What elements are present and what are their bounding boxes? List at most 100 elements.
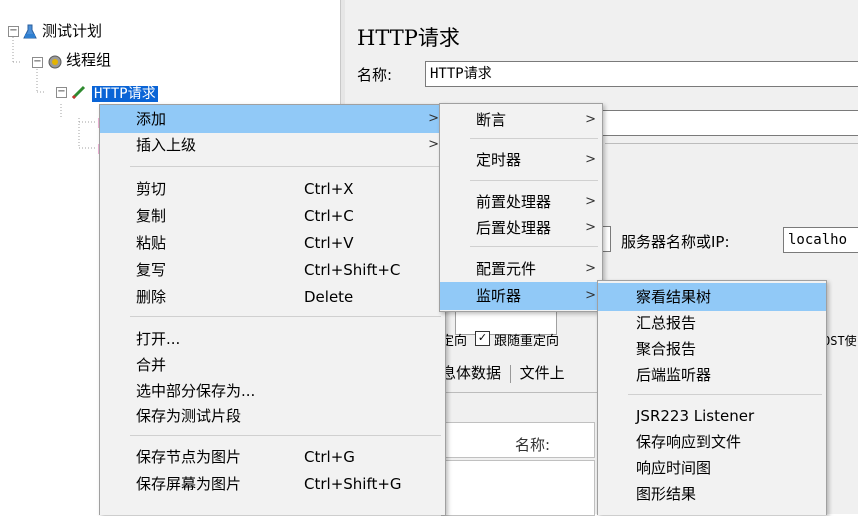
submenu-arrow-icon: > [585,112,596,127]
server-input[interactable]: localho [783,227,858,253]
panel-title: HTTP请求 [357,26,460,50]
collapse-thread-group-toggle[interactable]: − [32,57,43,68]
menu-item-duplicate-shortcut: Ctrl+Shift+C [304,261,401,279]
menu-item-save-screen-as-image[interactable]: 保存屏幕为图片 Ctrl+Shift+G [100,470,445,498]
menu-item-open-label: 打开... [136,330,181,348]
tab-files-upload[interactable]: 文件上 [520,364,565,382]
menu-item-duplicate[interactable]: 复写 Ctrl+Shift+C [100,256,445,284]
menu-item-backend-listener[interactable]: 后端监听器 [598,361,826,389]
menu-item-pre-processors-label: 前置处理器 [476,193,552,211]
menu-item-jsr223-listener-label: JSR223 Listener [636,407,755,425]
menu-item-insert-parent[interactable]: 插入上级 > [100,131,445,159]
menu-item-assertions-label: 断言 [476,111,507,129]
menu-item-cut[interactable]: 剪切 Ctrl+X [100,175,445,203]
menu-item-timers-label: 定时器 [476,151,522,169]
menu-item-post-processors[interactable]: 后置处理器 > [440,214,602,242]
menu-item-save-screen-as-image-label: 保存屏幕为图片 [136,475,242,493]
menu-item-response-time-graph[interactable]: 响应时间图 [598,454,826,482]
name-label: 名称: [357,66,393,84]
menu-item-paste-label: 粘贴 [136,234,167,252]
collapse-test-plan-toggle[interactable]: − [8,26,19,37]
menu-item-merge-label: 合并 [136,356,167,374]
menu-separator [130,316,441,317]
menu-item-insert-parent-label: 插入上级 [136,136,197,154]
menu-item-summary-report-label: 汇总报告 [636,314,697,332]
submenu-arrow-icon: > [585,220,596,235]
follow-redirect-checkbox[interactable]: ✓ [475,331,490,346]
menu-item-paste-shortcut: Ctrl+V [304,234,354,252]
menu-separator [470,246,598,247]
menu-item-aggregate-report[interactable]: 聚合报告 [598,335,826,363]
menu-item-save-as-test-fragment-label: 保存为测试片段 [136,407,242,425]
menu-item-view-results-tree-label: 察看结果树 [636,288,712,306]
submenu-arrow-icon: > [428,111,439,126]
follow-redirect-label: 跟随重定向 [494,334,560,349]
menu-item-post-processors-label: 后置处理器 [476,219,552,237]
menu-item-open[interactable]: 打开... [100,325,445,353]
menu-item-copy-shortcut: Ctrl+C [304,207,354,225]
menu-item-config-elements[interactable]: 配置元件 > [440,255,602,283]
add-submenu: 断言 > 定时器 > 前置处理器 > 后置处理器 > 配置元件 > 监听器 > [439,103,603,312]
tree-item-thread-group-label: 线程组 [66,51,112,69]
tab-separator [509,364,511,383]
params-table-header-name: 名称: [515,436,551,454]
menu-item-save-node-as-image[interactable]: 保存节点为图片 Ctrl+G [100,443,445,471]
menu-item-save-selection-as[interactable]: 选中部分保存为... [100,377,445,405]
tree-item-http-request[interactable]: HTTP请求 [92,82,158,104]
menu-item-save-responses-to-file[interactable]: 保存响应到文件 [598,428,826,456]
submenu-arrow-icon: > [585,152,596,167]
menu-item-save-selection-as-label: 选中部分保存为... [136,382,256,400]
submenu-arrow-icon: > [428,137,439,152]
test-plan-flask-icon [23,24,37,39]
menu-item-cut-shortcut: Ctrl+X [304,180,354,198]
menu-item-view-results-tree[interactable]: 察看结果树 [598,283,826,311]
menu-item-add[interactable]: 添加 > [100,105,445,133]
menu-item-summary-report[interactable]: 汇总报告 [598,309,826,337]
menu-item-assertions[interactable]: 断言 > [440,106,602,134]
menu-item-cut-label: 剪切 [136,180,167,198]
submenu-arrow-icon: > [585,194,596,209]
menu-item-paste[interactable]: 粘贴 Ctrl+V [100,229,445,257]
menu-item-save-as-test-fragment[interactable]: 保存为测试片段 [100,402,445,430]
menu-item-add-label: 添加 [136,110,167,128]
tree-item-test-plan-label: 测试计划 [42,22,103,40]
menu-item-copy-label: 复制 [136,207,167,225]
menu-item-merge[interactable]: 合并 [100,351,445,379]
menu-item-duplicate-label: 复写 [136,261,167,279]
menu-separator [470,138,598,139]
use-multipart-label: OST使 [823,334,857,348]
submenu-arrow-icon: > [585,288,596,303]
context-menu: 添加 > 插入上级 > 剪切 Ctrl+X 复制 Ctrl+C 粘贴 Ctrl+… [99,104,446,515]
tab-body-data[interactable]: 息体数据 [441,364,501,382]
menu-item-listeners-label: 监听器 [476,287,522,305]
listener-submenu: 察看结果树 汇总报告 聚合报告 后端监听器 JSR223 Listener 保存… [597,280,827,515]
menu-separator [130,435,441,436]
menu-item-graph-results-label: 图形结果 [636,485,697,503]
name-input[interactable]: HTTP请求 [425,61,858,87]
menu-item-save-node-as-image-label: 保存节点为图片 [136,448,242,466]
menu-item-save-screen-as-image-shortcut: Ctrl+Shift+G [304,475,402,493]
sampler-pen-icon [71,85,86,100]
menu-item-delete[interactable]: 删除 Delete [100,283,445,311]
menu-item-save-responses-to-file-label: 保存响应到文件 [636,433,742,451]
menu-item-response-time-graph-label: 响应时间图 [636,459,712,477]
menu-item-pre-processors[interactable]: 前置处理器 > [440,188,602,216]
menu-item-graph-results[interactable]: 图形结果 [598,480,826,508]
menu-item-listeners[interactable]: 监听器 > [440,282,602,310]
submenu-arrow-icon: > [585,261,596,276]
menu-item-aggregate-report-label: 聚合报告 [636,340,697,358]
menu-item-backend-listener-label: 后端监听器 [636,366,712,384]
menu-item-copy[interactable]: 复制 Ctrl+C [100,202,445,230]
menu-separator [628,394,822,395]
section-divider [605,143,858,144]
tree-item-http-request-label: HTTP请求 [92,86,158,102]
tree-item-thread-group[interactable]: 线程组 [66,49,111,71]
menu-item-jsr223-listener[interactable]: JSR223 Listener [598,402,826,430]
menu-item-save-node-as-image-shortcut: Ctrl+G [304,448,355,466]
menu-item-timers[interactable]: 定时器 > [440,146,602,174]
collapse-http-request-toggle[interactable]: − [56,87,67,98]
params-table-body [441,460,595,516]
menu-item-delete-label: 删除 [136,288,167,306]
tree-item-test-plan[interactable]: 测试计划 [42,20,102,42]
menu-separator [130,166,441,167]
